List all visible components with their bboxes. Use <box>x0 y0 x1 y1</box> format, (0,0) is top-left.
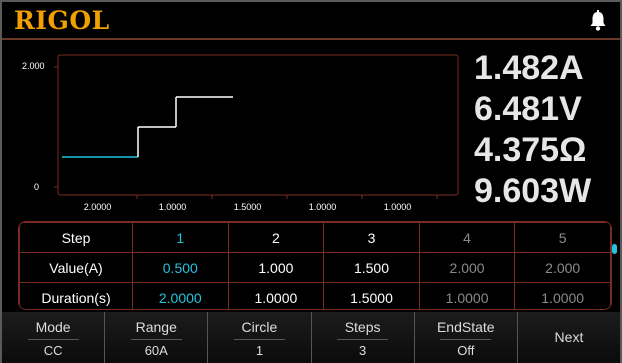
endstate-label: EndState <box>436 319 495 335</box>
x-tick-label: 1.0000 <box>384 202 412 212</box>
step-1-cell[interactable]: 1 <box>132 222 229 253</box>
y-tick-label-top: 2.000 <box>22 61 45 71</box>
x-tick-label: 1.0000 <box>309 202 337 212</box>
brand-logo: RIGOL <box>14 6 110 35</box>
waveform-series <box>62 96 233 158</box>
step-3-cell[interactable]: 3 <box>323 222 420 253</box>
table-row-value: Value(A) 0.500 1.000 1.500 2.000 2.000 <box>19 252 611 283</box>
x-tick-label: 2.0000 <box>84 202 112 212</box>
list-steps-table: Step 1 2 3 4 5 Value(A) 0.500 1.000 1.50… <box>18 221 612 310</box>
bell-icon <box>590 10 606 31</box>
measurement-readings: 1.482A 6.481V 4.375Ω 9.603W <box>468 48 614 212</box>
softkey-bar: Mode CC Range 60A Circle 1 Steps 3 EndSt… <box>2 312 621 363</box>
x-tick-label: 1.5000 <box>234 202 262 212</box>
duration-cell-5[interactable]: 1.0000 <box>514 282 611 309</box>
table-row-step: Step 1 2 3 4 5 <box>19 222 611 253</box>
endstate-value: Off <box>457 343 475 358</box>
duration-cell-3[interactable]: 1.5000 <box>323 282 420 309</box>
row-header-value: Value(A) <box>19 252 133 283</box>
header-divider <box>2 38 620 40</box>
softkey-divider <box>337 339 389 340</box>
mode-value: CC <box>43 343 63 358</box>
table-scroll-indicator[interactable] <box>612 244 617 254</box>
instrument-screen: RIGOL 2.000 0 2.0000 1.0000 1.5000 1.0000 1.… <box>0 0 622 363</box>
circle-value: 1 <box>255 343 264 358</box>
x-tick-marks <box>136 195 438 199</box>
steps-softkey[interactable]: Steps 3 <box>311 312 415 363</box>
value-cell-4[interactable]: 2.000 <box>418 252 516 283</box>
list-waveform-chart: 2.000 0 2.0000 1.0000 1.5000 1.0000 1.0000 <box>10 47 465 217</box>
step-5-cell[interactable]: 5 <box>514 222 611 253</box>
value-cell-5[interactable]: 2.000 <box>514 252 611 283</box>
header-bar: RIGOL <box>2 2 620 40</box>
next-label: Next <box>554 329 584 345</box>
mode-softkey[interactable]: Mode CC <box>2 312 106 363</box>
value-cell-3[interactable]: 1.500 <box>323 252 420 283</box>
circle-softkey[interactable]: Circle 1 <box>208 312 312 363</box>
softkey-divider <box>130 339 182 340</box>
power-reading: 9.603W <box>474 172 592 210</box>
softkey-divider <box>27 339 79 340</box>
steps-value: 3 <box>358 343 367 358</box>
duration-cell-1[interactable]: 2.0000 <box>132 282 229 309</box>
chart-svg: 2.000 0 2.0000 1.0000 1.5000 1.0000 1.0000 <box>22 54 459 212</box>
voltage-reading: 6.481V <box>474 90 582 128</box>
table-row-duration: Duration(s) 2.0000 1.0000 1.5000 1.0000 … <box>19 282 611 309</box>
softkey-divider <box>233 339 285 340</box>
resistance-reading: 4.375Ω <box>474 131 587 169</box>
y-tick-label-bottom: 0 <box>34 182 39 192</box>
x-tick-label: 1.0000 <box>159 202 187 212</box>
duration-cell-4[interactable]: 1.0000 <box>418 282 516 309</box>
chart-frame <box>57 54 459 196</box>
row-header-duration: Duration(s) <box>19 282 133 309</box>
value-cell-2[interactable]: 1.000 <box>227 252 325 283</box>
steps-label: Steps <box>344 319 381 335</box>
mode-label: Mode <box>35 319 71 335</box>
duration-cell-2[interactable]: 1.0000 <box>227 282 325 309</box>
range-value: 60A <box>144 343 168 358</box>
circle-label: Circle <box>241 319 278 335</box>
softkey-divider <box>440 339 492 340</box>
range-softkey[interactable]: Range 60A <box>105 312 209 363</box>
row-header-step: Step <box>19 222 133 253</box>
next-softkey[interactable]: Next <box>517 312 621 363</box>
current-reading: 1.482A <box>474 49 584 87</box>
step-2-cell[interactable]: 2 <box>227 222 325 253</box>
value-cell-1[interactable]: 0.500 <box>132 252 229 283</box>
range-label: Range <box>135 319 177 335</box>
step-4-cell[interactable]: 4 <box>418 222 516 253</box>
endstate-softkey[interactable]: EndState Off <box>414 312 518 363</box>
x-tick-labels: 2.0000 1.0000 1.5000 1.0000 1.0000 <box>84 202 412 212</box>
